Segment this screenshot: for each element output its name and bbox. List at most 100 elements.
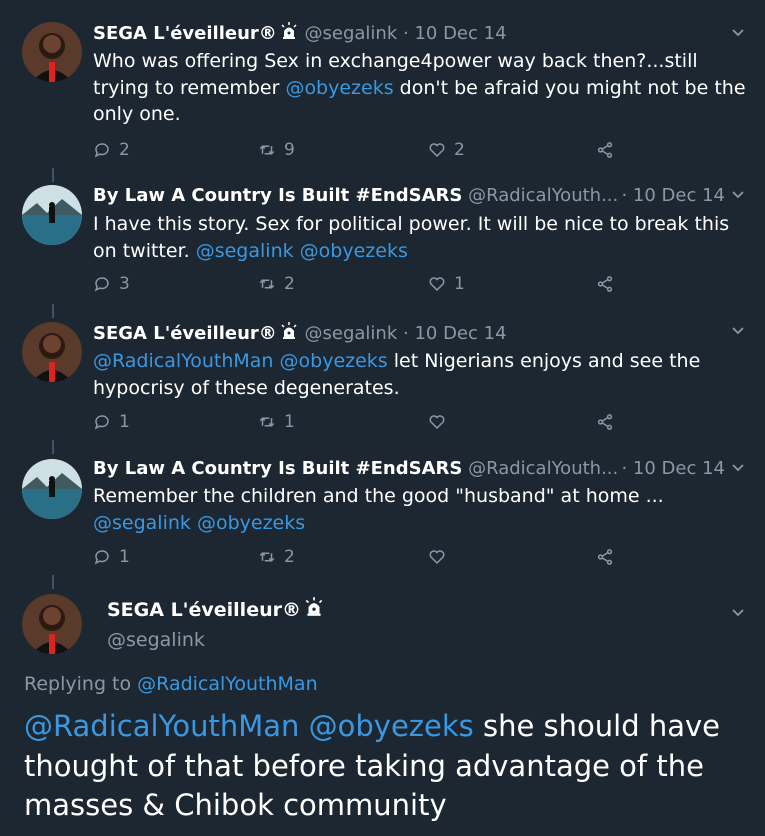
tweet-1[interactable]: SEGA L'éveilleur® @segalink · 10 Dec 14 … bbox=[0, 0, 765, 175]
tweet-text: Remember the children and the good "husb… bbox=[93, 485, 664, 507]
tweet-actions: 1 1 bbox=[93, 410, 633, 434]
like-icon bbox=[429, 550, 445, 565]
retweet-icon bbox=[259, 417, 275, 427]
tweet-3[interactable]: SEGA L'éveilleur® @segalink · 10 Dec 14 … bbox=[0, 310, 765, 445]
reply-button[interactable]: 3 bbox=[93, 272, 130, 296]
tweet-header: SEGA L'éveilleur® @segalink · 10 Dec 14 bbox=[93, 20, 745, 48]
share-button[interactable] bbox=[596, 138, 614, 162]
retweet-count: 1 bbox=[284, 412, 295, 432]
tweet-date[interactable]: · 10 Dec 14 bbox=[621, 455, 725, 483]
mention-link[interactable]: @segalink bbox=[93, 512, 191, 534]
author-name[interactable]: SEGA L'éveilleur® bbox=[107, 599, 301, 621]
main-tweet-body: @RadicalYouthMan @obyezeks she should ha… bbox=[24, 707, 745, 826]
replying-to-line: Replying to @RadicalYouthMan bbox=[24, 673, 318, 695]
retweet-count: 2 bbox=[284, 274, 295, 294]
mention-link[interactable]: @obyezeks bbox=[309, 709, 474, 743]
tweet-body: Remember the children and the good "husb… bbox=[93, 483, 747, 536]
tweet-actions: 1 2 bbox=[93, 545, 633, 569]
reply-count: 1 bbox=[119, 412, 130, 432]
reply-icon bbox=[94, 550, 109, 565]
share-icon bbox=[597, 276, 613, 292]
like-count: 1 bbox=[454, 274, 465, 294]
like-button[interactable] bbox=[428, 410, 454, 434]
share-icon bbox=[597, 414, 613, 430]
author-handle[interactable]: @segalink bbox=[305, 323, 398, 344]
mention-link[interactable]: @RadicalYouthMan bbox=[93, 350, 273, 372]
tweet-4[interactable]: By Law A Country Is Built #EndSARS @Radi… bbox=[0, 445, 765, 580]
tweet-text bbox=[299, 709, 308, 743]
tweet-header: By Law A Country Is Built #EndSARS @Radi… bbox=[93, 455, 745, 483]
like-button[interactable]: 2 bbox=[428, 138, 465, 162]
mention-link[interactable]: @segalink bbox=[196, 240, 294, 262]
author-name[interactable]: SEGA L'éveilleur® bbox=[93, 323, 277, 344]
reply-icon bbox=[94, 143, 109, 158]
share-button[interactable] bbox=[596, 272, 614, 296]
share-icon bbox=[597, 549, 613, 565]
avatar-radical[interactable] bbox=[22, 459, 82, 519]
retweet-count: 2 bbox=[284, 547, 295, 567]
tweet-body: I have this story. Sex for political pow… bbox=[93, 211, 747, 264]
share-button[interactable] bbox=[596, 410, 614, 434]
chevron-down-icon[interactable] bbox=[731, 318, 745, 346]
reply-icon bbox=[94, 277, 109, 292]
tweet-body: @RadicalYouthMan @obyezeks let Nigerians… bbox=[93, 348, 747, 401]
like-button[interactable]: 1 bbox=[428, 272, 465, 296]
author-handle[interactable]: @segalink bbox=[305, 23, 398, 44]
author-handle[interactable]: @RadicalYouth... bbox=[468, 458, 618, 479]
retweet-icon bbox=[259, 552, 275, 562]
tweet-body: Who was offering Sex in exchange4power w… bbox=[93, 48, 747, 128]
author-handle[interactable]: @RadicalYouth... bbox=[468, 185, 618, 206]
replying-prefix: Replying to bbox=[24, 673, 138, 695]
mention-link[interactable]: @RadicalYouthMan bbox=[24, 709, 299, 743]
like-count: 2 bbox=[454, 140, 465, 160]
avatar-sega[interactable] bbox=[22, 322, 82, 382]
reply-button[interactable]: 1 bbox=[93, 545, 130, 569]
mention-link[interactable]: @obyezeks bbox=[300, 240, 408, 262]
like-button[interactable] bbox=[428, 545, 454, 569]
mention-link[interactable]: @obyezeks bbox=[280, 350, 388, 372]
author-handle[interactable]: @segalink bbox=[107, 629, 205, 651]
tweet-header: By Law A Country Is Built #EndSARS @Radi… bbox=[93, 182, 745, 210]
reply-count: 2 bbox=[119, 140, 130, 160]
tweet-2[interactable]: By Law A Country Is Built #EndSARS @Radi… bbox=[0, 175, 765, 310]
retweet-icon bbox=[259, 145, 275, 155]
alarm-emoji-icon bbox=[303, 596, 325, 623]
mention-link[interactable]: @obyezeks bbox=[197, 512, 305, 534]
retweet-count: 9 bbox=[284, 140, 295, 160]
author-name-row: SEGA L'éveilleur® bbox=[107, 596, 325, 623]
reply-button[interactable]: 2 bbox=[93, 138, 130, 162]
avatar-radical[interactable] bbox=[22, 185, 82, 245]
avatar-sega[interactable] bbox=[22, 594, 82, 654]
reply-count: 1 bbox=[119, 547, 130, 567]
retweet-icon bbox=[259, 279, 275, 289]
share-button[interactable] bbox=[596, 545, 614, 569]
like-icon bbox=[429, 415, 445, 430]
retweet-button[interactable]: 2 bbox=[258, 272, 295, 296]
tweet-date[interactable]: · 10 Dec 14 bbox=[403, 23, 507, 44]
author-name[interactable]: SEGA L'éveilleur® bbox=[93, 23, 277, 44]
like-icon bbox=[429, 277, 445, 292]
chevron-down-icon[interactable] bbox=[731, 600, 745, 628]
reply-count: 3 bbox=[119, 274, 130, 294]
author-name[interactable]: By Law A Country Is Built #EndSARS bbox=[93, 185, 462, 206]
alarm-emoji-icon bbox=[279, 21, 299, 50]
share-icon bbox=[597, 142, 613, 158]
retweet-button[interactable]: 9 bbox=[258, 138, 295, 162]
main-tweet: SEGA L'éveilleur® @segalink Replying to … bbox=[0, 580, 765, 836]
retweet-button[interactable]: 2 bbox=[258, 545, 295, 569]
replying-to-link[interactable]: @RadicalYouthMan bbox=[137, 673, 317, 695]
chevron-down-icon[interactable] bbox=[731, 20, 745, 48]
tweet-date[interactable]: · 10 Dec 14 bbox=[621, 182, 725, 210]
chevron-down-icon[interactable] bbox=[731, 182, 745, 210]
tweet-header: SEGA L'éveilleur® @segalink · 10 Dec 14 bbox=[93, 320, 745, 348]
like-icon bbox=[429, 143, 445, 158]
tweet-text: I have this story. Sex for political pow… bbox=[93, 213, 730, 262]
alarm-emoji-icon bbox=[279, 321, 299, 350]
avatar-sega[interactable] bbox=[22, 22, 82, 82]
reply-button[interactable]: 1 bbox=[93, 410, 130, 434]
author-name[interactable]: By Law A Country Is Built #EndSARS bbox=[93, 458, 462, 479]
mention-link[interactable]: @obyezeks bbox=[285, 77, 393, 99]
tweet-date[interactable]: · 10 Dec 14 bbox=[403, 323, 507, 344]
retweet-button[interactable]: 1 bbox=[258, 410, 295, 434]
chevron-down-icon[interactable] bbox=[731, 455, 745, 483]
